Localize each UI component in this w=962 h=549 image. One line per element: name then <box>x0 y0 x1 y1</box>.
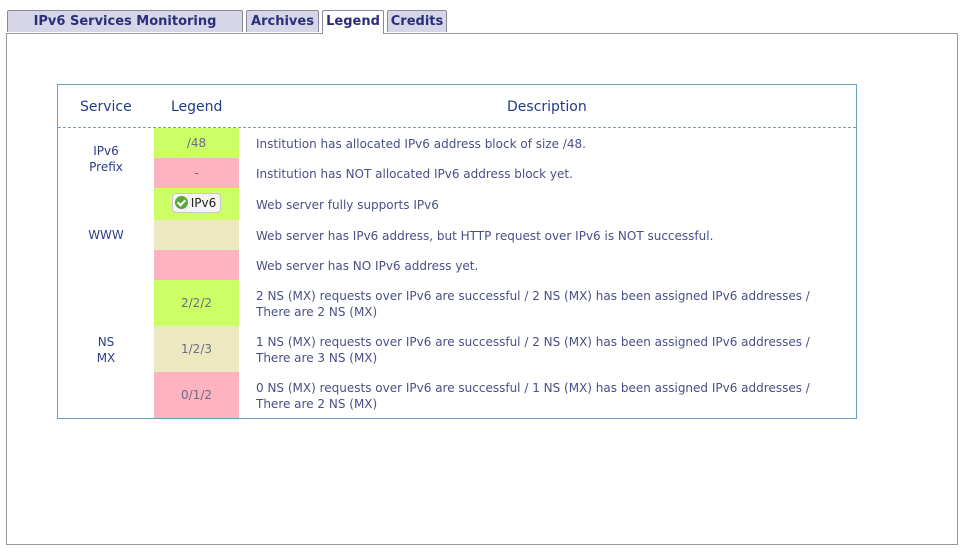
legend-cell-ns-123: 1/2/3 <box>154 326 239 372</box>
desc-ns-222: 2 NS (MX) requests over IPv6 are success… <box>256 289 810 319</box>
legend-cell-prefix-none: - <box>154 158 239 188</box>
desc-ns-012: 0 NS (MX) requests over IPv6 are success… <box>256 381 810 411</box>
legend-cell-www-none <box>154 250 239 280</box>
legend-table: Service Legend Description IPv6 Prefix W… <box>57 84 857 419</box>
header-description: Description <box>507 99 587 115</box>
desc-www-none: Web server has NO IPv6 address yet. <box>256 259 479 273</box>
tab-monitoring-details[interactable]: IPv6 Services Monitoring Details <box>7 10 243 51</box>
legend-cell-www-partial <box>154 220 239 250</box>
ipv6-badge: IPv6 <box>171 193 222 213</box>
desc-www-full: Web server fully supports IPv6 <box>256 198 439 212</box>
tab-archives[interactable]: Archives <box>246 10 319 32</box>
tab-legend[interactable]: Legend <box>322 10 384 34</box>
header-legend: Legend <box>171 99 223 115</box>
desc-prefix-none: Institution has NOT allocated IPv6 addre… <box>256 167 573 181</box>
desc-prefix-allocated: Institution has allocated IPv6 address b… <box>256 137 586 151</box>
service-ipv6-prefix: IPv6 Prefix <box>89 144 123 174</box>
tab-credits[interactable]: Credits <box>387 10 447 32</box>
header-service: Service <box>80 99 132 115</box>
desc-www-partial: Web server has IPv6 address, but HTTP re… <box>256 229 714 243</box>
check-circle-icon <box>174 196 188 209</box>
legend-cell-ns-222: 2/2/2 <box>154 280 239 326</box>
service-ns-mx: NS MX <box>96 335 116 365</box>
legend-cell-ns-012: 0/1/2 <box>154 372 239 418</box>
desc-ns-123: 1 NS (MX) requests over IPv6 are success… <box>256 335 810 365</box>
legend-cell-www-full: IPv6 <box>154 188 239 220</box>
service-www: WWW <box>88 228 124 242</box>
legend-cell-prefix-allocated: /48 <box>154 128 239 158</box>
